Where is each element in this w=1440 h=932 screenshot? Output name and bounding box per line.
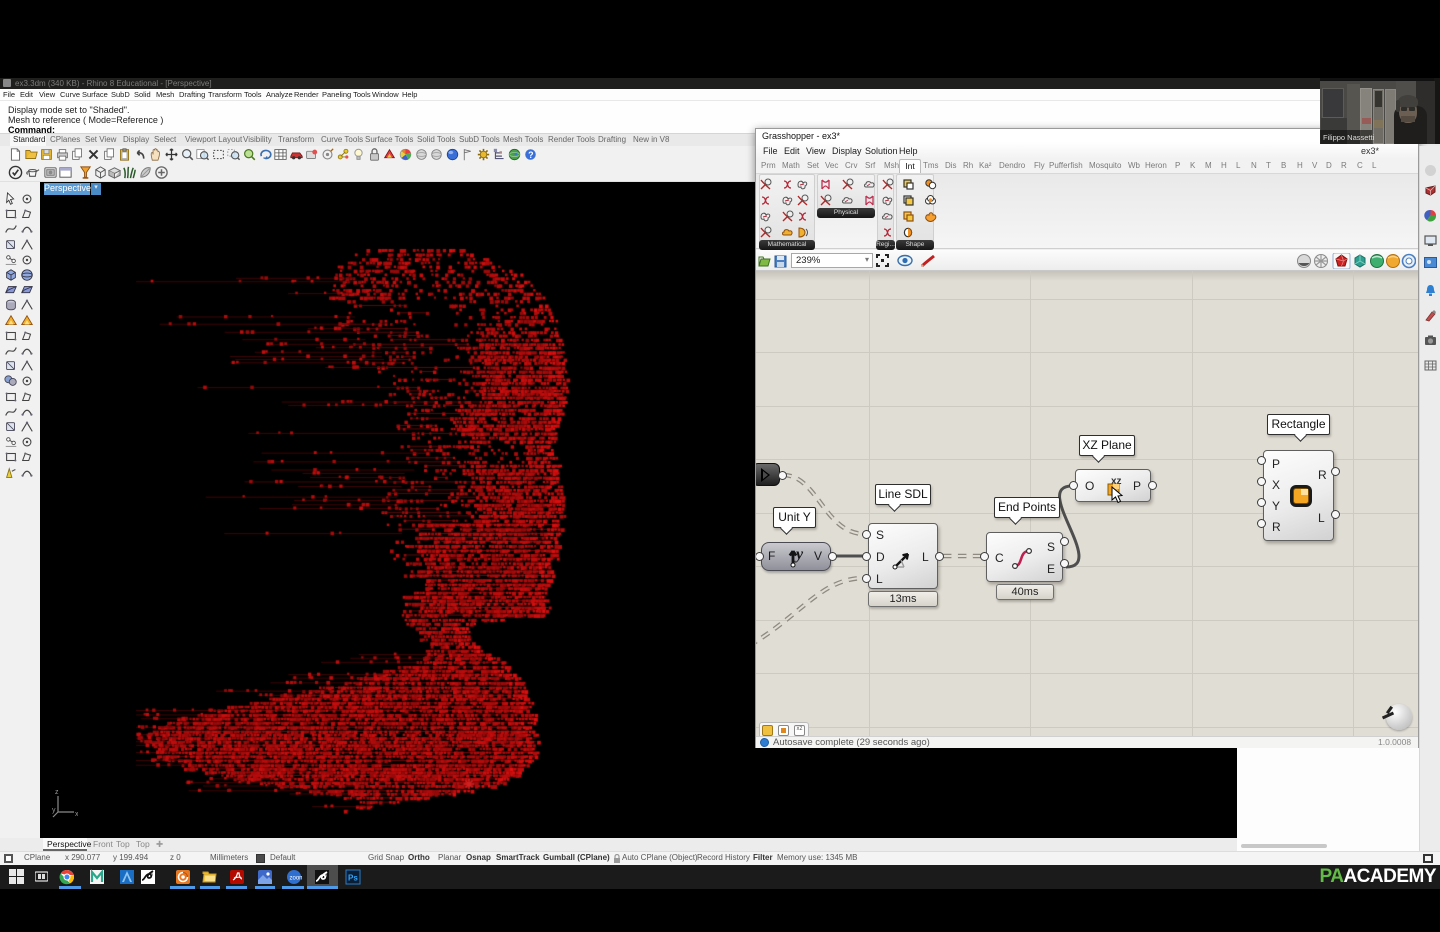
svg-text:?: ? [528,150,533,160]
svg-text:8: 8 [150,872,153,878]
svg-text:8: 8 [324,873,327,879]
svg-text:y: y [794,546,804,563]
svg-text:x: x [75,811,78,818]
svg-text:z: z [55,789,59,796]
svg-text:zoom: zoom [290,876,303,882]
svg-text:Ps: Ps [348,874,358,883]
svg-text:y: y [52,807,56,814]
